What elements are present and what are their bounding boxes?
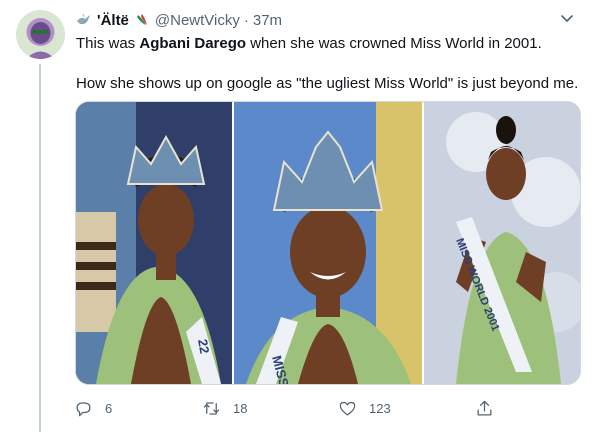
share-button[interactable] — [475, 396, 506, 420]
tweet-header: 'Ältë @NewtVicky · 37m — [76, 10, 282, 30]
tweet-text-line2: How she shows up on google as "the uglie… — [76, 75, 579, 92]
text-segment: when she was crowned Miss World in 2001. — [246, 35, 542, 52]
chili-icon — [134, 12, 150, 28]
like-button[interactable]: 123 — [338, 396, 391, 420]
text-segment: This was — [76, 35, 140, 52]
dove-icon — [76, 12, 92, 28]
photo-middle[interactable]: MISS — [234, 102, 422, 384]
tweet-text: This was Agbani Darego when she was crow… — [76, 34, 581, 94]
avatar[interactable] — [16, 10, 65, 59]
like-icon — [339, 401, 356, 415]
like-count: 123 — [369, 400, 391, 416]
thread-line — [39, 64, 41, 432]
photo-right[interactable]: MISS WORLD 2001 — [424, 102, 580, 384]
retweet-button[interactable]: 18 — [202, 396, 247, 420]
tweet-text-line1: This was Agbani Darego when she was crow… — [76, 34, 581, 54]
author-name[interactable]: 'Ältë — [97, 12, 129, 29]
separator-dot: · — [243, 11, 249, 29]
text-bold: Agbani Darego — [139, 35, 247, 52]
timestamp[interactable]: 37m — [253, 12, 282, 29]
reply-button[interactable]: 6 — [74, 396, 112, 420]
sash-text-left: 22 — [195, 338, 212, 355]
tweet-actions: 6 18 123 — [70, 396, 510, 420]
share-icon — [477, 400, 492, 415]
retweet-count: 18 — [233, 400, 248, 416]
chevron-down-icon[interactable] — [557, 8, 577, 28]
tweet-media[interactable]: 22 MISS MISS WORLD 2001 — [75, 101, 581, 385]
photo-left[interactable]: 22 — [76, 102, 232, 384]
tweet[interactable]: 'Ältë @NewtVicky · 37m This was Agbani D… — [0, 0, 593, 432]
reply-icon — [76, 401, 91, 416]
author-handle[interactable]: @NewtVicky — [155, 12, 240, 29]
reply-count: 6 — [105, 400, 113, 416]
retweet-icon — [203, 401, 220, 415]
